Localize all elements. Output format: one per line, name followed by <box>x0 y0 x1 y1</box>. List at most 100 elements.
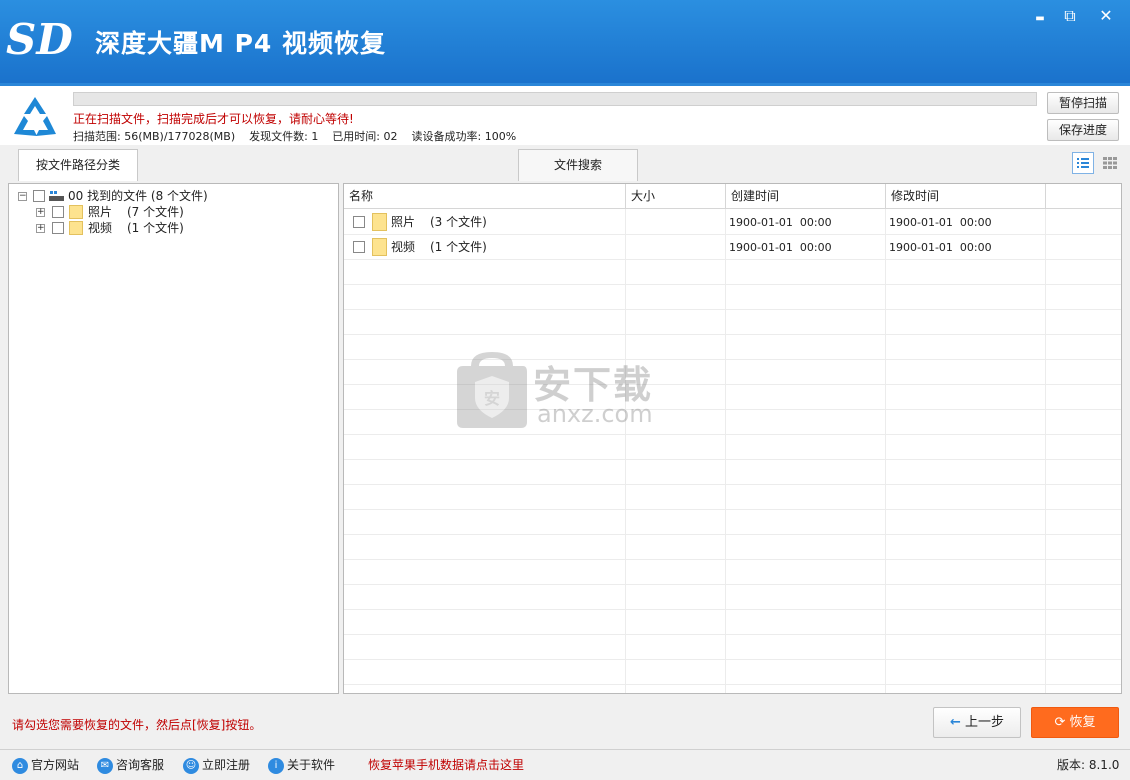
list-view-button[interactable] <box>1072 152 1094 174</box>
minimize-icon: ▬ <box>1035 13 1045 24</box>
tree-item-photos[interactable]: + 照片 (7 个文件) <box>9 204 338 220</box>
folder-icon <box>372 213 387 231</box>
about-link[interactable]: i 关于软件 <box>268 757 335 774</box>
empty-row <box>344 435 1121 460</box>
empty-row <box>344 610 1121 635</box>
row-modified: 1900-01-01 00:00 <box>889 216 992 229</box>
folder-icon <box>69 221 83 235</box>
grid-view-icon <box>1103 157 1117 169</box>
grid-view-button[interactable] <box>1099 152 1121 174</box>
empty-row <box>344 585 1121 610</box>
scan-progress-bar <box>73 92 1037 106</box>
expand-icon[interactable]: + <box>36 208 45 217</box>
column-header-modified[interactable]: 修改时间 <box>886 184 1046 209</box>
tree-item-label: 照片 <box>88 205 113 219</box>
row-checkbox[interactable] <box>353 216 365 228</box>
iphone-recovery-link[interactable]: 恢复苹果手机数据请点击这里 <box>368 757 524 773</box>
restore-icon: ⧉ <box>1064 6 1076 25</box>
close-icon: ✕ <box>1099 6 1113 25</box>
tree-item-label: 视频 <box>88 221 113 235</box>
scan-panel: 正在扫描文件，扫描完成后才可以恢复，请耐心等待! 扫描范围: 56(MB)/17… <box>0 83 1130 145</box>
arrow-left-icon: ← <box>949 715 961 730</box>
user-icon: ☺ <box>183 757 199 774</box>
save-progress-button[interactable]: 保存进度 <box>1047 119 1119 141</box>
official-site-label: 官方网站 <box>31 758 80 772</box>
row-count: (3 个文件) <box>430 215 487 229</box>
collapse-icon[interactable]: − <box>18 192 27 201</box>
column-header-created[interactable]: 创建时间 <box>726 184 886 209</box>
recover-label: 恢复 <box>1069 715 1096 730</box>
folder-tree-panel: − 00 找到的文件 (8 个文件) + 照片 (7 个文件) + 视频 (1 … <box>8 183 339 694</box>
empty-row <box>344 260 1121 285</box>
tree-item-videos[interactable]: + 视频 (1 个文件) <box>9 220 338 236</box>
row-created: 1900-01-01 00:00 <box>729 241 832 254</box>
register-label: 立即注册 <box>202 758 251 772</box>
row-name: 视频 <box>391 240 416 254</box>
recover-icon: ⟳ <box>1054 715 1066 730</box>
status-bar: ⌂ 官方网站 ✉ 咨询客服 ☺ 立即注册 i 关于软件 恢复苹果手机数据请点击这里 版本… <box>0 749 1130 780</box>
tab-file-search[interactable]: 文件搜索 <box>518 149 638 181</box>
table-row[interactable]: 视频 (1 个文件) 1900-01-01 00:00 1900-01-01 0… <box>344 235 1121 260</box>
chat-icon: ✉ <box>97 757 113 774</box>
empty-row <box>344 460 1121 485</box>
official-site-link[interactable]: ⌂ 官方网站 <box>12 757 79 774</box>
empty-row <box>344 485 1121 510</box>
tree-item-count: (1 个文件) <box>127 221 184 235</box>
pause-scan-button[interactable]: 暂停扫描 <box>1047 92 1119 114</box>
row-created: 1900-01-01 00:00 <box>729 216 832 229</box>
restore-button[interactable]: ⧉ <box>1059 6 1081 26</box>
svg-text:安: 安 <box>484 389 500 408</box>
watermark: 安 安下载 anxz.com <box>457 348 677 428</box>
drive-icon <box>49 191 64 201</box>
empty-row <box>344 685 1121 693</box>
title-bar: SD 深度大疆M P4 视频恢复 ▬ ⧉ ✕ <box>0 0 1130 83</box>
empty-row <box>344 635 1121 660</box>
folder-icon <box>69 205 83 219</box>
customer-service-link[interactable]: ✉ 咨询客服 <box>97 757 164 774</box>
minimize-button[interactable]: ▬ <box>1029 6 1051 26</box>
expand-icon[interactable]: + <box>36 224 45 233</box>
tree-root-item[interactable]: − 00 找到的文件 (8 个文件) <box>9 188 338 204</box>
previous-step-label: 上一步 <box>965 715 1005 730</box>
file-list-panel: 名称 大小 创建时间 修改时间 照片 (3 个文件) 1900-01-01 00… <box>343 183 1122 694</box>
version-label: 版本: 8.1.0 <box>1057 758 1120 772</box>
info-icon: i <box>268 757 284 774</box>
about-label: 关于软件 <box>287 758 336 772</box>
recover-button[interactable]: ⟳ 恢复 <box>1031 707 1119 738</box>
column-header-size[interactable]: 大小 <box>626 184 726 209</box>
empty-row <box>344 660 1121 685</box>
list-view-icon <box>1077 158 1089 168</box>
empty-row <box>344 310 1121 335</box>
column-header-name[interactable]: 名称 <box>344 184 626 209</box>
empty-row <box>344 560 1121 585</box>
tree-root-label: 00 找到的文件 (8 个文件) <box>68 189 208 203</box>
scan-stats-text: 扫描范围: 56(MB)/177028(MB) 发现文件数: 1 已用时间: 0… <box>73 130 517 143</box>
tab-by-path[interactable]: 按文件路径分类 <box>18 149 138 181</box>
instruction-hint: 请勾选您需要恢复的文件，然后点[恢复]按钮。 <box>12 718 262 732</box>
row-name: 照片 <box>391 215 416 229</box>
table-row[interactable]: 照片 (3 个文件) 1900-01-01 00:00 1900-01-01 0… <box>344 210 1121 235</box>
app-logo: SD <box>6 15 73 64</box>
tree-root-checkbox[interactable] <box>33 190 45 202</box>
empty-row <box>344 535 1121 560</box>
tree-videos-checkbox[interactable] <box>52 222 64 234</box>
tree-item-count: (7 个文件) <box>127 205 184 219</box>
previous-step-button[interactable]: ← 上一步 <box>933 707 1021 738</box>
register-link[interactable]: ☺ 立即注册 <box>183 757 250 774</box>
watermark-shield-icon: 安 <box>457 352 527 428</box>
empty-row <box>344 285 1121 310</box>
tree-photos-checkbox[interactable] <box>52 206 64 218</box>
folder-icon <box>372 238 387 256</box>
svg-text:SD: SD <box>6 15 73 64</box>
home-icon: ⌂ <box>12 757 28 774</box>
app-title: 深度大疆M P4 视频恢复 <box>95 29 387 58</box>
watermark-url: anxz.com <box>537 400 653 428</box>
scan-status-text: 正在扫描文件，扫描完成后才可以恢复，请耐心等待! <box>73 112 354 126</box>
row-checkbox[interactable] <box>353 241 365 253</box>
refresh-scan-icon <box>14 97 56 136</box>
row-count: (1 个文件) <box>430 240 487 254</box>
row-modified: 1900-01-01 00:00 <box>889 241 992 254</box>
close-button[interactable]: ✕ <box>1095 6 1117 26</box>
customer-service-label: 咨询客服 <box>116 758 165 772</box>
table-header: 名称 大小 创建时间 修改时间 <box>344 184 1121 209</box>
